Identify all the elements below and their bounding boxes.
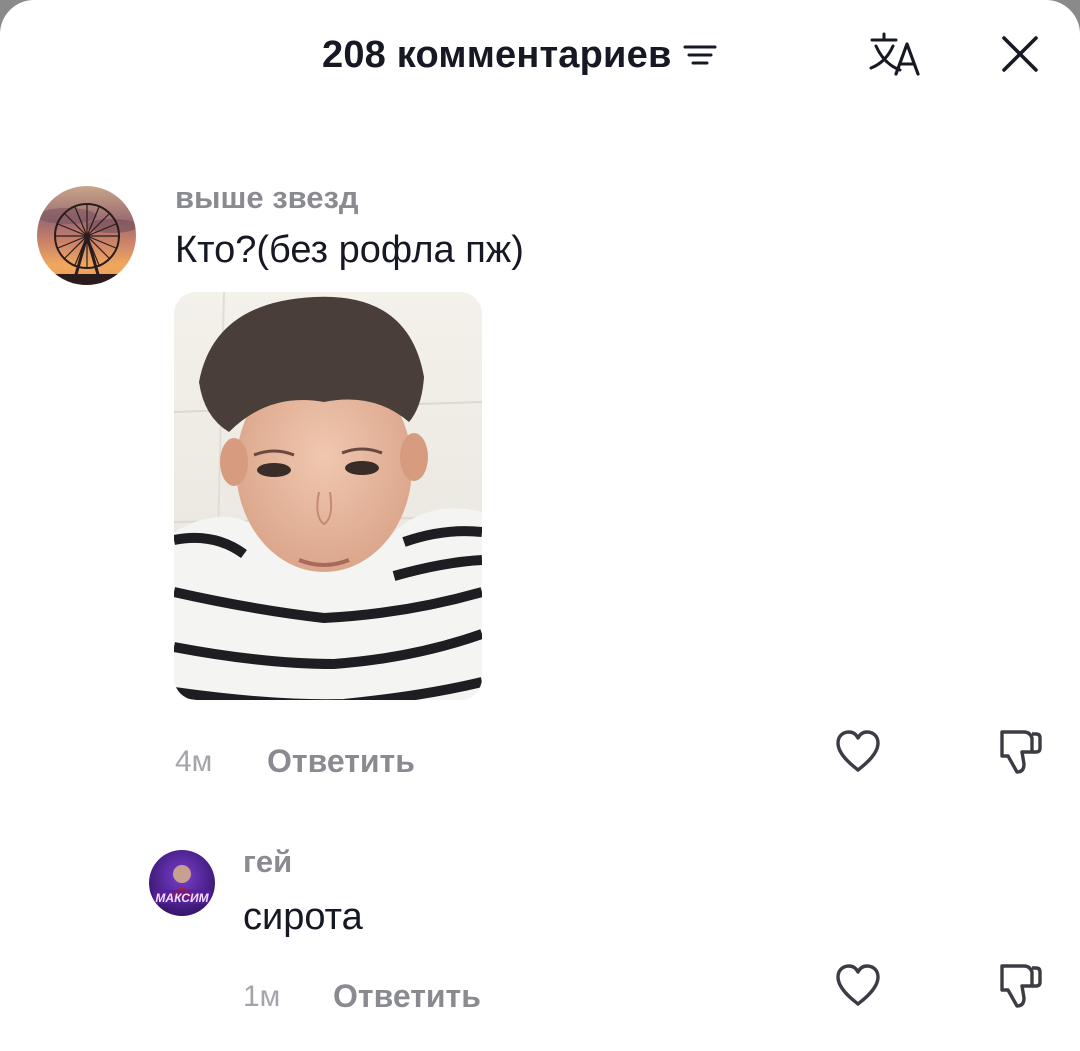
purple-gaming-avatar: МАКСИМ: [149, 850, 215, 916]
heart-icon[interactable]: [834, 728, 882, 774]
reply-text: сирота: [243, 896, 363, 938]
thumbs-down-icon[interactable]: [994, 726, 1044, 776]
comments-sheet: 208 комментариев выше звезд Кто?(без роф…: [0, 0, 1080, 1051]
user-avatar[interactable]: [37, 186, 136, 285]
svg-text:МАКСИМ: МАКСИМ: [155, 891, 209, 905]
reply-user-avatar[interactable]: МАКСИМ: [149, 850, 215, 916]
reply-button[interactable]: Ответить: [267, 743, 415, 780]
comment-time: 4м: [175, 745, 213, 778]
comment-username[interactable]: выше звезд: [175, 180, 359, 216]
comment-text: Кто?(без рофла пж): [175, 229, 524, 271]
comment-photo-attachment[interactable]: [174, 292, 482, 700]
heart-icon[interactable]: [834, 962, 882, 1008]
comment-item: выше звезд Кто?(без рофла пж) 4м Ответит…: [0, 0, 1080, 820]
reply-item: МАКСИМ гей сирота 1м Ответить: [0, 820, 1080, 1051]
thumbs-down-icon[interactable]: [994, 960, 1044, 1010]
photo-boy-striped-shirt: [174, 292, 482, 700]
reply-time: 1м: [243, 980, 281, 1013]
ferris-wheel-sunset-avatar: [37, 186, 136, 285]
reply-username[interactable]: гей: [243, 844, 292, 880]
reply-reply-button[interactable]: Ответить: [333, 978, 481, 1015]
